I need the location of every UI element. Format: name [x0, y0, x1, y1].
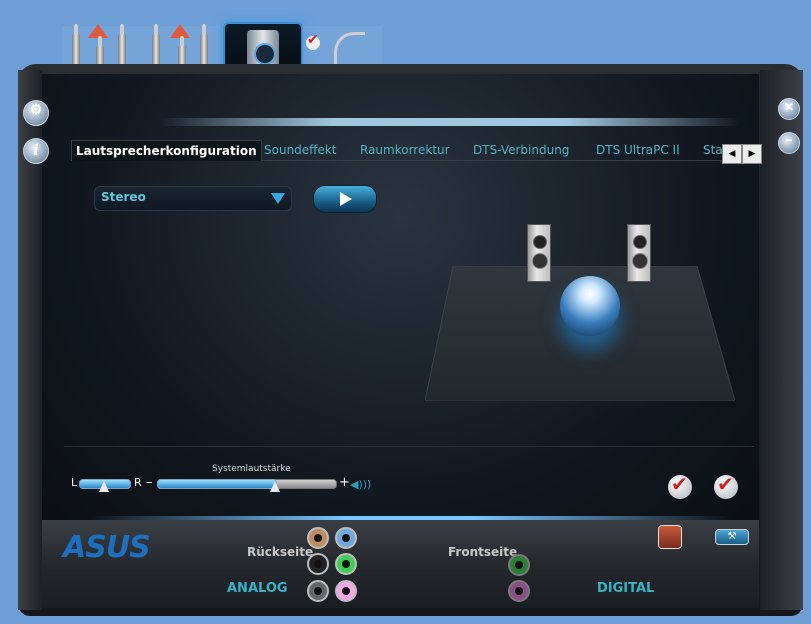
rear-jack-black[interactable] — [307, 553, 329, 575]
close-icon[interactable]: ✕ — [778, 98, 800, 120]
dropdown-value: Stereo — [101, 190, 146, 204]
tab-dts-ultrapc[interactable]: DTS UltraPC II — [596, 140, 680, 160]
checkmark-icon: ✔ — [306, 32, 320, 50]
bottom-glow-line — [90, 516, 730, 520]
analog-label: ANALOG — [227, 581, 288, 596]
tab-room-correction[interactable]: Raumkorrektur — [360, 140, 450, 160]
volume-minus-label: – — [146, 475, 153, 490]
speaker-config-dropdown[interactable]: Stereo — [94, 186, 292, 211]
right-speaker-icon[interactable] — [627, 224, 651, 282]
rear-jack-blue[interactable] — [335, 527, 357, 549]
play-icon — [340, 192, 352, 206]
tab-scroll-left-button[interactable]: ◀ — [722, 144, 742, 164]
volume-plus-label: + — [339, 475, 350, 490]
tab-truncated[interactable]: Sta — [703, 140, 723, 160]
balance-left-label: L — [71, 476, 78, 489]
front-jack-green[interactable] — [508, 554, 530, 576]
system-volume-label: Systemlautstärke — [212, 464, 291, 474]
chevron-down-icon — [271, 193, 285, 204]
digital-label: DIGITAL — [597, 581, 655, 596]
tab-dts-connect[interactable]: DTS-Verbindung — [473, 140, 569, 160]
tab-speaker-configuration[interactable]: Lautsprecherkonfiguration — [71, 140, 262, 161]
digital-output-icon[interactable] — [658, 525, 682, 549]
front-jack-pink[interactable] — [508, 580, 530, 602]
volume-wave-icon: ◀))) — [350, 478, 372, 491]
listener-sphere-icon — [560, 276, 620, 336]
minimize-icon[interactable]: – — [778, 132, 800, 154]
balance-slider-thumb[interactable] — [99, 481, 109, 492]
divider — [64, 446, 754, 447]
rear-jack-orange[interactable] — [307, 527, 329, 549]
tab-scroll-right-button[interactable]: ▶ — [742, 144, 762, 164]
wrench-icon[interactable]: ⚒ — [715, 529, 749, 545]
settings-gear-icon[interactable]: ⚙ — [23, 100, 49, 126]
volume-slider-thumb[interactable] — [270, 481, 280, 492]
checkmark-icon[interactable]: ✔ — [714, 472, 738, 499]
asus-logo: ASUS — [63, 530, 151, 565]
volume-slider-fill — [157, 479, 277, 489]
play-test-button[interactable] — [313, 185, 377, 213]
rear-panel-label: Rückseite — [247, 545, 314, 559]
top-glow-bar — [160, 118, 740, 126]
rear-jack-green[interactable] — [335, 553, 357, 575]
balance-right-label: R — [134, 476, 142, 489]
rear-jack-gray[interactable] — [307, 580, 329, 602]
checkmark-icon[interactable]: ✔ — [668, 472, 692, 499]
front-panel-label: Frontseite — [448, 545, 518, 559]
rear-jack-pink[interactable] — [335, 580, 357, 602]
tab-sound-effect[interactable]: Soundeffekt — [264, 140, 336, 160]
left-speaker-icon[interactable] — [527, 224, 551, 282]
info-icon[interactable]: i — [23, 138, 49, 164]
